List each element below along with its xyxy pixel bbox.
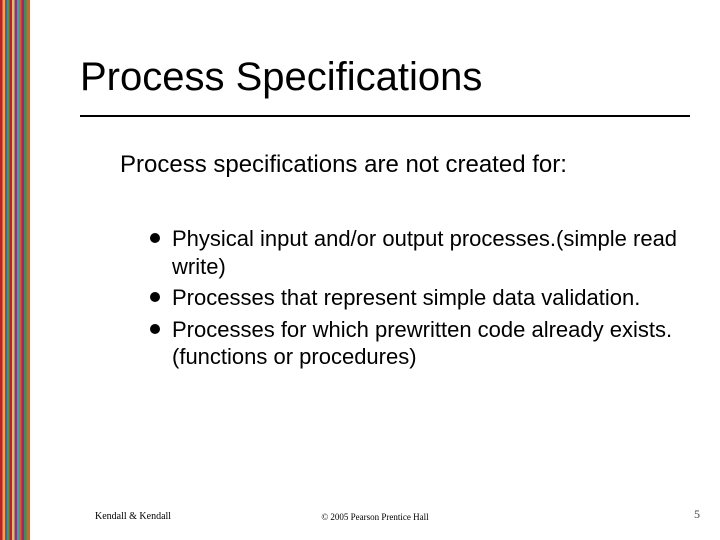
slide-title: Process Specifications bbox=[80, 55, 482, 100]
list-item: Processes that represent simple data val… bbox=[150, 284, 680, 312]
title-underline bbox=[80, 115, 690, 117]
bullet-list: Physical input and/or output processes.(… bbox=[150, 225, 680, 375]
intro-text: Process specifications are not created f… bbox=[120, 150, 680, 180]
decorative-sidebar-stripe bbox=[0, 0, 30, 540]
slide-number: 5 bbox=[694, 507, 700, 522]
list-item: Processes for which prewritten code alre… bbox=[150, 316, 680, 371]
slide-body: Process Specifications Process specifica… bbox=[30, 0, 720, 540]
footer-copyright: © 2005 Pearson Prentice Hall bbox=[30, 512, 720, 522]
list-item: Physical input and/or output processes.(… bbox=[150, 225, 680, 280]
